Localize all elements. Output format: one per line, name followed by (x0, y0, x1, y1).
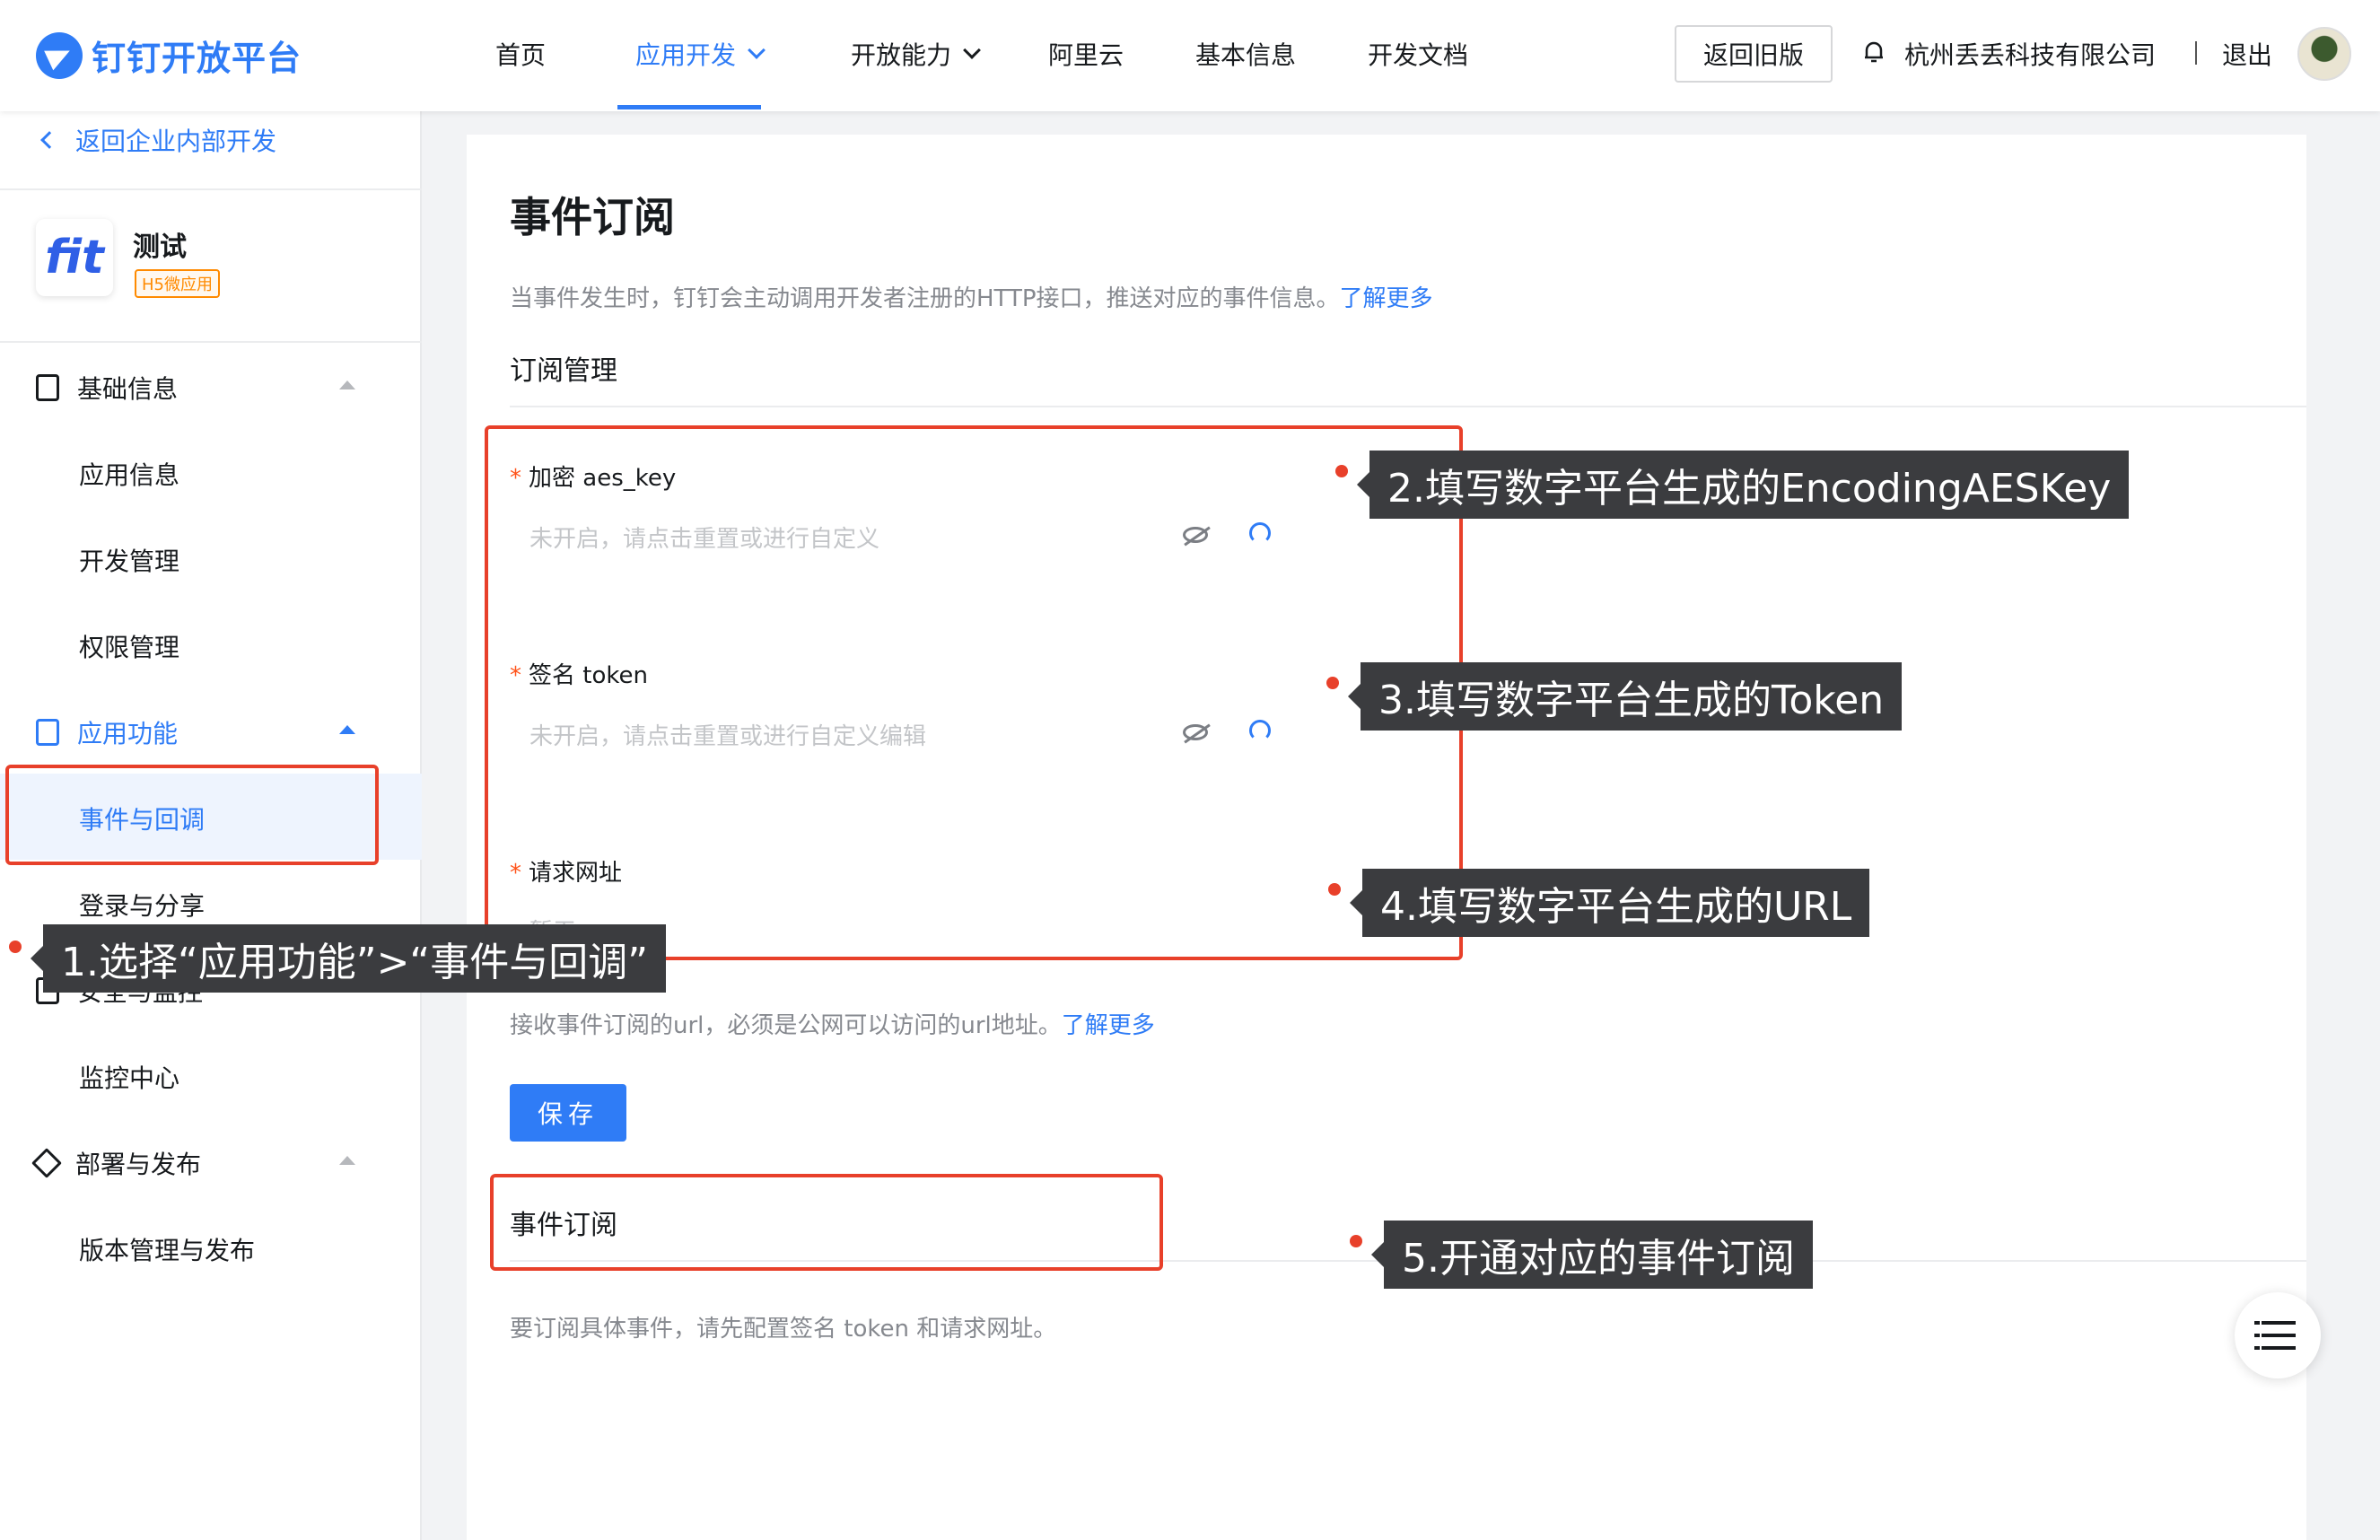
top-navigation-bar: 钉钉开放平台 首页 应用开发 开放能力 阿里云 基本信息 开发文档 返回旧版 杭… (0, 0, 2380, 111)
annotation-box-config-fields (485, 425, 1463, 960)
sidebar-item-monitor[interactable]: 监控中心 (79, 1059, 179, 1095)
nav-dev-docs[interactable]: 开发文档 (1368, 36, 1468, 72)
cube-icon (31, 1148, 62, 1178)
learn-more-link[interactable]: 了解更多 (1340, 285, 1433, 312)
annotation-dot (9, 941, 22, 953)
company-name[interactable]: 杭州丢丢科技有限公司 (1904, 36, 2156, 72)
annotation-dot (1326, 677, 1339, 689)
logout-link[interactable]: 退出 (2222, 36, 2272, 72)
table-of-contents-button[interactable] (2235, 1292, 2321, 1378)
section-divider (510, 406, 2306, 407)
url-hint: 接收事件订阅的url，必须是公网可以访问的url地址。了解更多 (510, 1012, 1155, 1039)
phone-settings-icon (36, 719, 59, 746)
back-to-internal-dev-link[interactable]: 返回企业内部开发 (40, 122, 276, 158)
sidebar-group-basic-info[interactable]: 基础信息 (36, 370, 178, 406)
header-divider (2195, 41, 2197, 65)
page-description: 当事件发生时，钉钉会主动调用开发者注册的HTTP接口，推送对应的事件信息。了解更… (510, 285, 1433, 312)
caret-up-icon[interactable] (339, 725, 355, 734)
annotation-step-1: 1.选择“应用功能”>“事件与回调” (30, 924, 667, 993)
sidebar-item-dev-manage[interactable]: 开发管理 (79, 542, 179, 578)
logo-text: 钉钉开放平台 (92, 39, 302, 78)
sidebar-divider (0, 188, 422, 190)
subscription-manage-heading: 订阅管理 (510, 355, 617, 387)
sidebar-item-app-info[interactable]: 应用信息 (79, 456, 179, 492)
annotation-box-event-callback (5, 765, 379, 865)
caret-up-icon[interactable] (339, 1156, 355, 1165)
dingtalk-logo-icon (36, 31, 83, 79)
sidebar-item-version[interactable]: 版本管理与发布 (79, 1231, 255, 1267)
chevron-down-icon (963, 41, 981, 59)
nav-basic-info[interactable]: 基本信息 (1195, 36, 1296, 72)
annotation-dot (1335, 465, 1348, 477)
chevron-down-icon (748, 41, 766, 59)
nav-aliyun[interactable]: 阿里云 (1048, 36, 1124, 72)
annotation-step-3: 3.填写数字平台生成的Token (1347, 662, 1903, 731)
chevron-left-icon (40, 131, 58, 149)
caret-up-icon[interactable] (339, 381, 355, 389)
sidebar-item-login-share[interactable]: 登录与分享 (79, 887, 205, 923)
event-subscription-hint: 要订阅具体事件，请先配置签名 token 和请求网址。 (510, 1316, 1057, 1343)
save-button[interactable]: 保存 (510, 1084, 626, 1142)
annotation-dot (1328, 883, 1341, 896)
annotation-dot (1350, 1235, 1362, 1247)
sidebar-group-deploy[interactable]: 部署与发布 (31, 1145, 201, 1181)
platform-logo[interactable]: 钉钉开放平台 (36, 31, 302, 80)
active-nav-indicator (617, 105, 761, 109)
page-title: 事件订阅 (510, 193, 675, 241)
return-old-version-button[interactable]: 返回旧版 (1675, 25, 1833, 83)
annotation-step-2: 2.填写数字平台生成的EncodingAESKey (1356, 451, 2130, 519)
nav-app-dev[interactable]: 应用开发 (635, 36, 766, 72)
app-name: 测试 (133, 232, 187, 263)
nav-open-ability[interactable]: 开放能力 (851, 36, 981, 72)
sidebar-divider (0, 341, 422, 343)
app-type-badge: H5微应用 (135, 269, 220, 298)
document-icon (36, 374, 59, 401)
nav-home[interactable]: 首页 (495, 36, 546, 72)
learn-more-link[interactable]: 了解更多 (1062, 1012, 1155, 1039)
user-avatar[interactable] (2297, 27, 2351, 81)
annotation-box-event-subscription (490, 1174, 1163, 1271)
sidebar-group-app-function[interactable]: 应用功能 (36, 714, 178, 750)
bell-icon[interactable] (1863, 39, 1885, 65)
annotation-step-5: 5.开通对应的事件订阅 (1371, 1221, 1813, 1289)
app-icon: fit (36, 219, 113, 296)
annotation-step-4: 4.填写数字平台生成的URL (1349, 869, 1870, 937)
sidebar-item-perm-manage[interactable]: 权限管理 (79, 628, 179, 664)
